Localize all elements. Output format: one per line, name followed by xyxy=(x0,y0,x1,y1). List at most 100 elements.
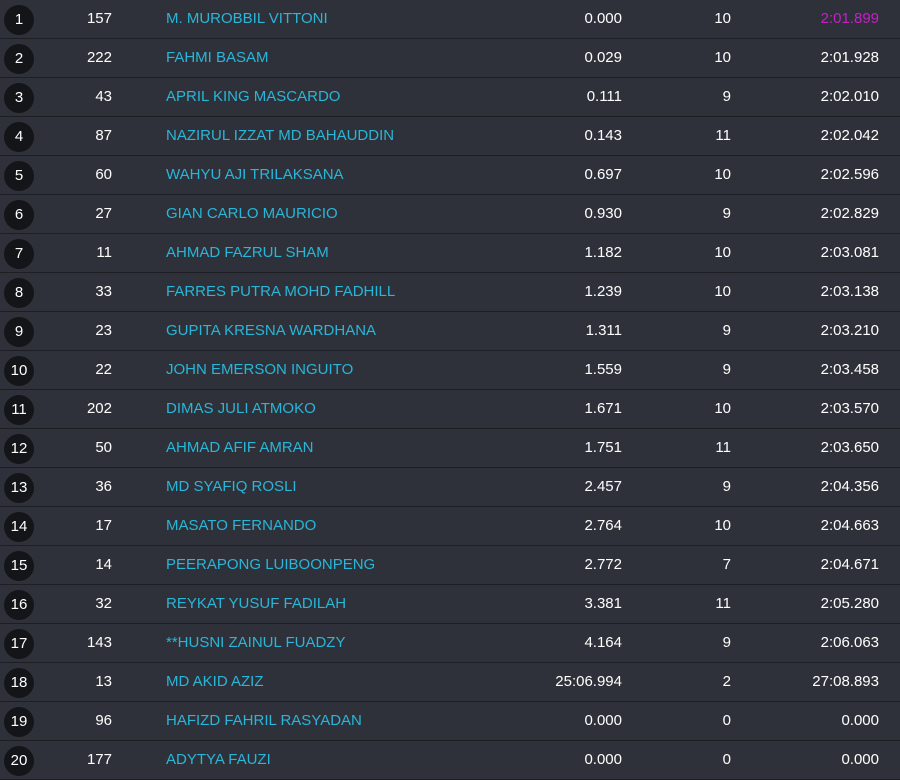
gap-value: 1.182 xyxy=(584,244,622,261)
rider-number: 33 xyxy=(95,283,112,300)
position-label: 2 xyxy=(14,50,24,67)
gap-value: 0.029 xyxy=(584,49,622,66)
rider-number: 32 xyxy=(95,595,112,612)
laps-count: 11 xyxy=(715,439,731,456)
laps-count: 2 xyxy=(722,673,731,690)
table-row[interactable]: 17 143 **HUSNI ZAINUL FUADZY 4.164 9 2:0… xyxy=(0,624,900,663)
gap-value: 1.311 xyxy=(585,322,622,339)
results-table: 1 157 M. MUROBBIL VITTONI 0.000 10 2:01.… xyxy=(0,0,900,780)
rider-name-link[interactable]: MD AKID AZIZ xyxy=(166,663,526,701)
rider-name-link[interactable]: MD SYAFIQ ROSLI xyxy=(166,468,526,506)
position-label: 17 xyxy=(10,635,28,652)
table-row[interactable]: 10 22 JOHN EMERSON INGUITO 1.559 9 2:03.… xyxy=(0,351,900,390)
table-row[interactable]: 13 36 MD SYAFIQ ROSLI 2.457 9 2:04.356 xyxy=(0,468,900,507)
position-label: 13 xyxy=(10,479,28,496)
gap-value: 2.764 xyxy=(584,517,622,534)
position-badge: 9 xyxy=(4,317,34,347)
table-row[interactable]: 15 14 PEERAPONG LUIBOONPENG 2.772 7 2:04… xyxy=(0,546,900,585)
rider-name-link[interactable]: JOHN EMERSON INGUITO xyxy=(166,351,526,389)
rider-name-link[interactable]: AHMAD FAZRUL SHAM xyxy=(166,234,526,272)
gap-value: 25:06.994 xyxy=(555,673,622,690)
rider-number: 202 xyxy=(86,400,112,417)
laps-count: 9 xyxy=(722,478,731,495)
best-lap-time: 2:03.650 xyxy=(820,439,879,456)
gap-value: 0.000 xyxy=(584,751,622,768)
laps-count: 9 xyxy=(722,361,731,378)
rider-number: 87 xyxy=(95,127,112,144)
position-badge: 15 xyxy=(4,551,34,581)
position-badge: 18 xyxy=(4,668,34,698)
table-row[interactable]: 4 87 NAZIRUL IZZAT MD BAHAUDDIN 0.143 11… xyxy=(0,117,900,156)
rider-name-link[interactable]: **HUSNI ZAINUL FUADZY xyxy=(166,624,526,662)
rider-name-link[interactable]: MASATO FERNANDO xyxy=(166,507,526,545)
table-row[interactable]: 5 60 WAHYU AJI TRILAKSANA 0.697 10 2:02.… xyxy=(0,156,900,195)
table-row[interactable]: 12 50 AHMAD AFIF AMRAN 1.751 11 2:03.650 xyxy=(0,429,900,468)
table-row[interactable]: 20 177 ADYTYA FAUZI 0.000 0 0.000 xyxy=(0,741,900,780)
rider-name-link[interactable]: NAZIRUL IZZAT MD BAHAUDDIN xyxy=(166,117,526,155)
position-label: 5 xyxy=(14,167,24,184)
position-badge: 14 xyxy=(4,512,34,542)
position-badge: 13 xyxy=(4,473,34,503)
table-row[interactable]: 7 11 AHMAD FAZRUL SHAM 1.182 10 2:03.081 xyxy=(0,234,900,273)
laps-count: 11 xyxy=(715,127,731,144)
gap-value: 0.697 xyxy=(584,166,622,183)
table-row[interactable]: 19 96 HAFIZD FAHRIL RASYADAN 0.000 0 0.0… xyxy=(0,702,900,741)
position-badge: 8 xyxy=(4,278,34,308)
position-label: 18 xyxy=(10,674,28,691)
position-badge: 19 xyxy=(4,707,34,737)
table-row[interactable]: 3 43 APRIL KING MASCARDO 0.111 9 2:02.01… xyxy=(0,78,900,117)
table-row[interactable]: 2 222 FAHMI BASAM 0.029 10 2:01.928 xyxy=(0,39,900,78)
rider-name-link[interactable]: APRIL KING MASCARDO xyxy=(166,78,526,116)
position-label: 12 xyxy=(10,440,28,457)
rider-name-link[interactable]: AHMAD AFIF AMRAN xyxy=(166,429,526,467)
rider-number: 22 xyxy=(95,361,112,378)
best-lap-time: 0.000 xyxy=(841,712,879,729)
rider-number: 36 xyxy=(95,478,112,495)
rider-name-link[interactable]: M. MUROBBIL VITTONI xyxy=(166,0,526,38)
rider-name-link[interactable]: ADYTYA FAUZI xyxy=(166,741,526,779)
rider-name-link[interactable]: GUPITA KRESNA WARDHANA xyxy=(166,312,526,350)
rider-number: 27 xyxy=(95,205,112,222)
laps-count: 9 xyxy=(722,634,731,651)
rider-number: 157 xyxy=(86,10,112,27)
rider-name-link[interactable]: WAHYU AJI TRILAKSANA xyxy=(166,156,526,194)
rider-name-link[interactable]: DIMAS JULI ATMOKO xyxy=(166,390,526,428)
best-lap-time: 2:02.596 xyxy=(820,166,879,183)
table-row[interactable]: 9 23 GUPITA KRESNA WARDHANA 1.311 9 2:03… xyxy=(0,312,900,351)
rider-name-link[interactable]: FAHMI BASAM xyxy=(166,39,526,77)
rider-name-link[interactable]: PEERAPONG LUIBOONPENG xyxy=(166,546,526,584)
best-lap-time: 2:04.663 xyxy=(820,517,879,534)
laps-count: 10 xyxy=(714,49,731,66)
best-lap-time: 2:05.280 xyxy=(820,595,879,612)
position-badge: 6 xyxy=(4,200,34,230)
rider-name-link[interactable]: GIAN CARLO MAURICIO xyxy=(166,195,526,233)
best-lap-time: 2:03.570 xyxy=(820,400,879,417)
table-row[interactable]: 6 27 GIAN CARLO MAURICIO 0.930 9 2:02.82… xyxy=(0,195,900,234)
laps-count: 10 xyxy=(714,400,731,417)
position-badge: 7 xyxy=(4,239,34,269)
laps-count: 9 xyxy=(722,88,731,105)
table-row[interactable]: 11 202 DIMAS JULI ATMOKO 1.671 10 2:03.5… xyxy=(0,390,900,429)
best-lap-time: 2:06.063 xyxy=(820,634,879,651)
position-badge: 5 xyxy=(4,161,34,191)
laps-count: 0 xyxy=(722,751,731,768)
table-row[interactable]: 1 157 M. MUROBBIL VITTONI 0.000 10 2:01.… xyxy=(0,0,900,39)
position-label: 19 xyxy=(10,713,28,730)
position-label: 10 xyxy=(10,362,28,379)
table-row[interactable]: 8 33 FARRES PUTRA MOHD FADHILL 1.239 10 … xyxy=(0,273,900,312)
rider-number: 222 xyxy=(86,49,112,66)
rider-name-link[interactable]: FARRES PUTRA MOHD FADHILL xyxy=(166,273,526,311)
position-badge: 2 xyxy=(4,44,34,74)
rider-name-link[interactable]: HAFIZD FAHRIL RASYADAN xyxy=(166,702,526,740)
gap-value: 0.111 xyxy=(586,88,622,105)
table-row[interactable]: 16 32 REYKAT YUSUF FADILAH 3.381 11 2:05… xyxy=(0,585,900,624)
position-label: 1 xyxy=(14,11,24,28)
laps-count: 10 xyxy=(714,10,731,27)
laps-count: 10 xyxy=(714,283,731,300)
table-row[interactable]: 18 13 MD AKID AZIZ 25:06.994 2 27:08.893 xyxy=(0,663,900,702)
position-label: 16 xyxy=(10,596,28,613)
best-lap-time: 2:04.356 xyxy=(820,478,879,495)
table-row[interactable]: 14 17 MASATO FERNANDO 2.764 10 2:04.663 xyxy=(0,507,900,546)
position-badge: 11 xyxy=(4,395,34,425)
rider-name-link[interactable]: REYKAT YUSUF FADILAH xyxy=(166,585,526,623)
